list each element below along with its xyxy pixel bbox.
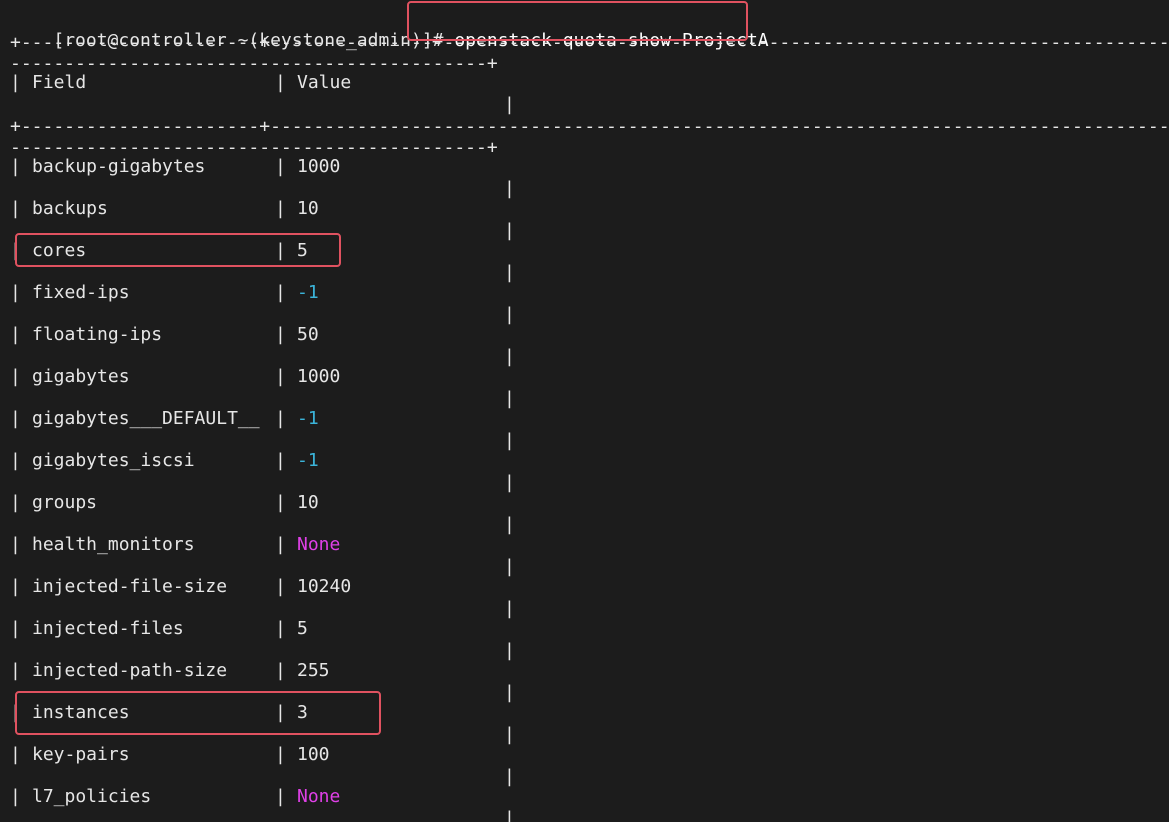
row-value: 5 [297, 618, 308, 639]
row-pipe-trailing: | [504, 346, 515, 367]
table-border-top: +----------------------+----------------… [10, 32, 1169, 53]
header-field: Field [32, 72, 87, 93]
row-value: 5 [297, 240, 308, 261]
row-pipe-left: | [10, 576, 21, 597]
row-pipe-mid: | [275, 450, 286, 471]
row-value: 50 [297, 324, 319, 345]
row-pipe-mid: | [275, 702, 286, 723]
row-pipe-left: | [10, 408, 21, 429]
row-pipe-trailing: | [504, 724, 515, 745]
row-field: injected-files [32, 618, 184, 639]
table-border-mid: +----------------------+----------------… [10, 116, 1169, 137]
row-pipe-trailing: | [504, 640, 515, 661]
row-pipe-mid: | [275, 492, 286, 513]
terminal-window[interactable]: [root@controller ~(keystone_admin)]# ope… [0, 0, 1169, 822]
row-pipe-mid: | [275, 366, 286, 387]
row-value: 100 [297, 744, 330, 765]
row-pipe-left: | [10, 450, 21, 471]
row-field: fixed-ips [32, 282, 130, 303]
prompt-line: [root@controller ~(keystone_admin)]# ope… [10, 8, 768, 51]
row-pipe-left: | [10, 702, 21, 723]
row-pipe-mid: | [275, 786, 286, 807]
row-value: 1000 [297, 156, 341, 177]
row-pipe-left: | [10, 660, 21, 681]
row-field: backups [32, 198, 108, 219]
row-pipe-trailing: | [504, 430, 515, 451]
header-pipe-mid: | [275, 72, 286, 93]
row-value: 3 [297, 702, 308, 723]
row-field: injected-file-size [32, 576, 228, 597]
row-pipe-mid: | [275, 324, 286, 345]
row-pipe-mid: | [275, 660, 286, 681]
table-header: | Field | Value [10, 72, 351, 94]
row-pipe-trailing: | [504, 808, 515, 822]
row-field: l7_policies [32, 786, 152, 807]
header-pipe-left: | [10, 72, 21, 93]
row-pipe-mid: | [275, 744, 286, 765]
row-value: 10 [297, 492, 319, 513]
row-pipe-trailing: | [504, 304, 515, 325]
table-border-top-wrap: ----------------------------------------… [10, 53, 498, 74]
row-pipe-mid: | [275, 240, 286, 261]
row-pipe-left: | [10, 618, 21, 639]
row-field: gigabytes_iscsi [32, 450, 195, 471]
row-pipe-mid: | [275, 198, 286, 219]
row-pipe-trailing: | [504, 220, 515, 241]
row-pipe-mid: | [275, 534, 286, 555]
row-field: instances [32, 702, 130, 723]
row-pipe-trailing: | [504, 472, 515, 493]
row-pipe-left: | [10, 534, 21, 555]
row-pipe-left: | [10, 324, 21, 345]
row-field: backup-gigabytes [32, 156, 206, 177]
row-pipe-left: | [10, 492, 21, 513]
row-field: injected-path-size [32, 660, 228, 681]
row-pipe-trailing: | [504, 514, 515, 535]
header-pipe-trailing: | [504, 94, 515, 115]
row-value: 10240 [297, 576, 352, 597]
row-field: health_monitors [32, 534, 195, 555]
row-field: groups [32, 492, 98, 513]
row-pipe-left: | [10, 198, 21, 219]
row-pipe-trailing: | [504, 598, 515, 619]
row-field: cores [32, 240, 87, 261]
row-pipe-trailing: | [504, 682, 515, 703]
row-pipe-left: | [10, 366, 21, 387]
row-value: None [297, 534, 341, 555]
row-pipe-mid: | [275, 408, 286, 429]
row-pipe-left: | [10, 156, 21, 177]
row-value: -1 [297, 450, 319, 471]
row-pipe-trailing: | [504, 262, 515, 283]
row-pipe-trailing: | [504, 556, 515, 577]
row-pipe-left: | [10, 744, 21, 765]
row-value: 255 [297, 660, 330, 681]
row-pipe-mid: | [275, 618, 286, 639]
row-field: gigabytes [32, 366, 130, 387]
row-field: key-pairs [32, 744, 130, 765]
row-value: None [297, 786, 341, 807]
row-value: -1 [297, 282, 319, 303]
row-pipe-trailing: | [504, 388, 515, 409]
row-pipe-mid: | [275, 156, 286, 177]
row-pipe-left: | [10, 282, 21, 303]
row-pipe-mid: | [275, 576, 286, 597]
row-pipe-trailing: | [504, 766, 515, 787]
row-pipe-left: | [10, 786, 21, 807]
row-value: 1000 [297, 366, 341, 387]
row-pipe-trailing: | [504, 178, 515, 199]
row-field: gigabytes___DEFAULT__ [32, 408, 260, 429]
row-value: 10 [297, 198, 319, 219]
row-value: -1 [297, 408, 319, 429]
row-pipe-left: | [10, 240, 21, 261]
row-pipe-mid: | [275, 282, 286, 303]
row-field: floating-ips [32, 324, 163, 345]
header-value: Value [297, 72, 352, 93]
